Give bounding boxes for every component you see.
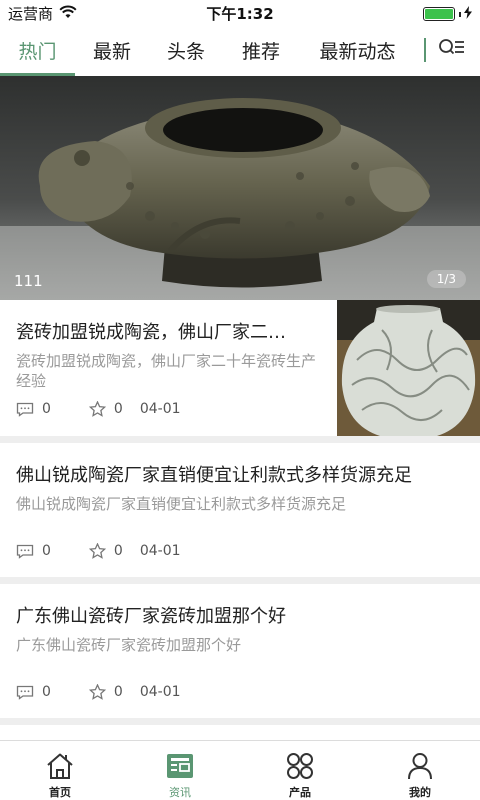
tab-latest[interactable]: 最新 [78, 24, 146, 76]
news-summary: 佛山锐成陶瓷厂家直销便宜让利款式多样货源充足 [16, 495, 347, 513]
star-icon [88, 401, 106, 417]
banner-carousel[interactable]: 111 1/3 [0, 76, 480, 300]
news-date: 04-01 [139, 543, 181, 559]
banner-image [0, 76, 480, 300]
news-date: 04-01 [139, 684, 181, 700]
battery-cap [459, 11, 461, 17]
news-date: 04-01 [139, 401, 181, 417]
banner-page-indicator: 1/3 [426, 270, 466, 288]
bottom-nav: 首页 资讯 产品 我的 [0, 740, 480, 800]
nav-news[interactable]: 资讯 [120, 741, 240, 800]
favorite-count: 0 [113, 543, 123, 559]
tab-recommended[interactable]: 推荐 [227, 24, 295, 76]
news-title: 佛山锐成陶瓷厂家直销便宜让利款式多样货源充足 [16, 465, 412, 486]
banner-caption: 111 [14, 272, 43, 290]
comment-icon [16, 685, 34, 700]
nav-profile-label: 我的 [409, 786, 431, 799]
tab-latest-updates[interactable]: 最新动态 [305, 24, 410, 76]
news-icon [166, 751, 194, 781]
news-list: 瓷砖加盟锐成陶瓷，佛山厂家二… 瓷砖加盟锐成陶瓷，佛山厂家二十年瓷砖生产经验 0… [0, 300, 480, 725]
news-meta: 0 0 04-01 [16, 543, 181, 559]
news-summary: 瓷砖加盟锐成陶瓷，佛山厂家二十年瓷砖生产经验 [16, 352, 317, 390]
news-meta: 0 0 04-01 [16, 684, 181, 700]
battery-icon [423, 7, 455, 21]
status-time: 下午1:32 [206, 5, 274, 23]
comment-count: 0 [42, 401, 51, 417]
news-meta: 0 0 04-01 [16, 401, 181, 417]
news-title: 广东佛山瓷砖厂家瓷砖加盟那个好 [16, 606, 286, 627]
star-icon [88, 684, 106, 700]
comment-icon [16, 544, 34, 559]
nav-home[interactable]: 首页 [0, 741, 120, 800]
comment-count: 0 [42, 684, 51, 700]
nav-profile[interactable]: 我的 [360, 741, 480, 800]
news-thumbnail [337, 300, 480, 436]
comment-icon [16, 402, 34, 417]
search-list-icon [438, 37, 466, 63]
tab-divider [424, 38, 426, 62]
home-icon [45, 751, 75, 781]
category-tab-bar: 热门 最新 头条 推荐 最新动态 [0, 24, 480, 76]
favorite-count: 0 [113, 684, 123, 700]
products-icon [286, 751, 314, 781]
star-icon [88, 543, 106, 559]
favorite-count: 0 [113, 401, 123, 417]
comment-count: 0 [42, 543, 51, 559]
nav-news-label: 资讯 [169, 786, 191, 799]
category-menu-button[interactable] [432, 34, 472, 66]
news-summary: 广东佛山瓷砖厂家瓷砖加盟那个好 [16, 636, 242, 654]
news-item[interactable]: 佛山锐成陶瓷厂家直销便宜让利款式多样货源充足 佛山锐成陶瓷厂家直销便宜让利款式多… [0, 443, 480, 584]
tab-hot[interactable]: 热门 [0, 24, 75, 76]
nav-products[interactable]: 产品 [240, 741, 360, 800]
status-bar: 运营商 下午1:32 [0, 0, 480, 24]
news-title: 瓷砖加盟锐成陶瓷，佛山厂家二… [16, 322, 286, 343]
nav-home-label: 首页 [49, 786, 71, 799]
status-right [423, 5, 472, 23]
news-item[interactable]: 瓷砖加盟锐成陶瓷，佛山厂家二… 瓷砖加盟锐成陶瓷，佛山厂家二十年瓷砖生产经验 0… [0, 300, 480, 443]
news-item[interactable]: 广东佛山瓷砖厂家瓷砖加盟那个好 广东佛山瓷砖厂家瓷砖加盟那个好 0 0 04-0… [0, 584, 480, 725]
charging-icon [464, 5, 472, 23]
nav-products-label: 产品 [289, 786, 311, 799]
tab-headlines[interactable]: 头条 [152, 24, 220, 76]
user-icon [407, 751, 433, 781]
